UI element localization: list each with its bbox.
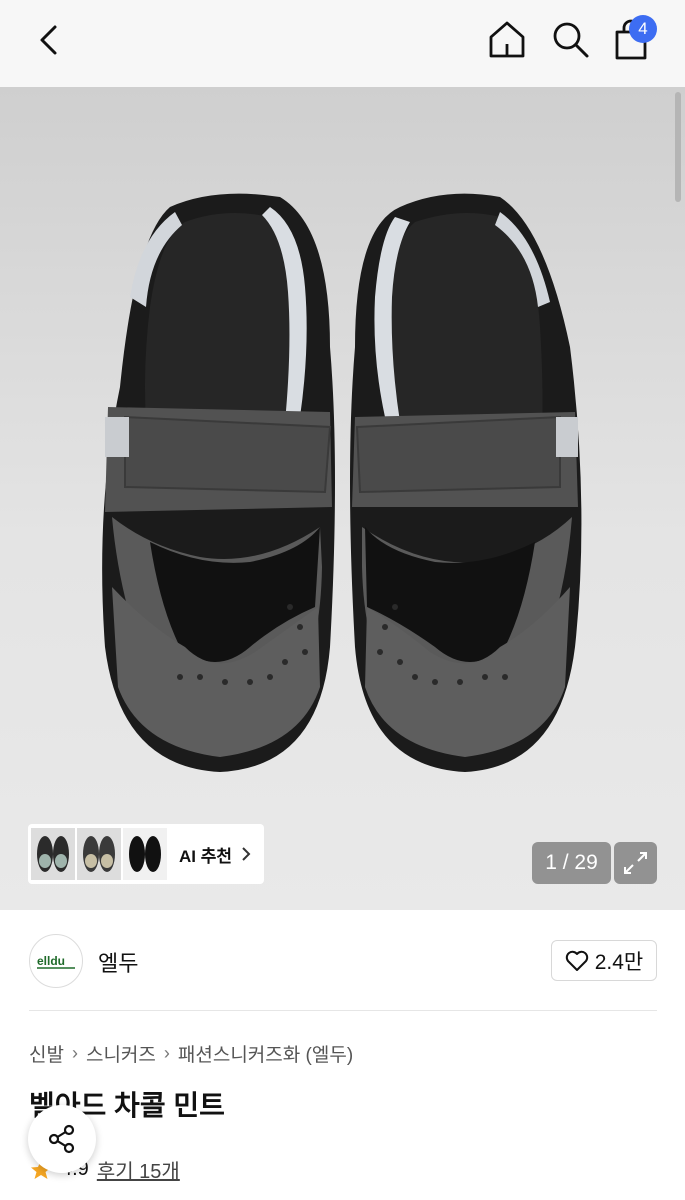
brand-name[interactable]: 엘두 [98,946,138,978]
image-counter: 1 / 29 [532,842,611,884]
review-count-link[interactable]: 후기 15개 [97,1155,180,1184]
share-icon [48,1124,75,1154]
product-image-gallery[interactable] [0,87,685,910]
chevron-right-icon: › [163,1043,170,1063]
chevron-right-icon: › [71,1043,78,1063]
fullscreen-button[interactable] [614,842,657,884]
breadcrumb-item-sneakers[interactable]: 스니커즈 [86,1040,156,1067]
heart-icon [565,950,588,971]
ai-recommendation-button[interactable]: AI 추천 [28,824,264,884]
expand-icon [624,852,647,874]
chevron-right-icon [242,847,251,861]
ai-thumb-3[interactable] [123,828,167,880]
right-shoe-image [350,193,582,773]
ai-thumb-2[interactable] [77,828,121,880]
home-icon[interactable] [486,18,528,60]
cart-count-badge: 4 [629,15,657,43]
like-count: 2.4만 [594,950,644,974]
elldu-logo: elldu [37,954,75,969]
page-scrollbar[interactable] [675,92,681,202]
search-icon[interactable] [549,18,591,60]
divider [29,1010,657,1011]
breadcrumb-item-shoes[interactable]: 신발 [29,1040,64,1067]
breadcrumb-item-fashion-sneakers[interactable]: 패션스니커즈화 (엘두) [178,1040,353,1067]
back-arrow-icon[interactable] [30,20,70,60]
top-bar: 4 [0,0,685,87]
svg-text:elldu: elldu [37,954,65,968]
left-shoe-image [102,193,336,773]
product-image [102,193,582,773]
share-button[interactable] [28,1105,96,1173]
breadcrumb: 신발 › 스니커즈 › 패션스니커즈화 (엘두) [29,1040,353,1067]
ai-thumb-1[interactable] [31,828,75,880]
brand-logo[interactable]: elldu [29,934,83,988]
like-button[interactable]: 2.4만 [551,940,657,981]
ai-recommend-label: AI 추천 [179,846,233,866]
